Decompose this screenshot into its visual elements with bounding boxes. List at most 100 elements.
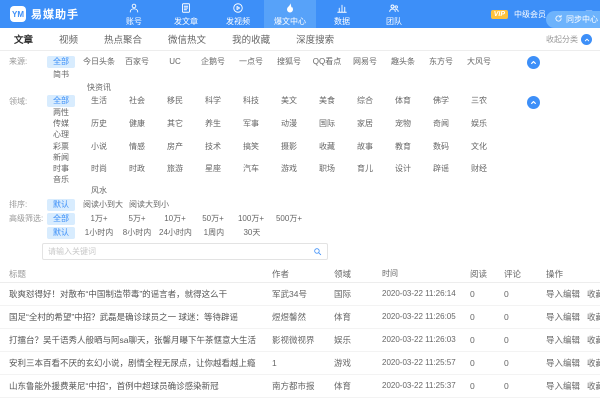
filter-option[interactable]: 趣头条 [384, 55, 422, 68]
nav-item-data[interactable]: 数据 [316, 0, 368, 28]
filter-option[interactable]: 社会 [118, 95, 156, 107]
filter-option[interactable]: 其它 [156, 118, 194, 129]
filter-option[interactable]: 游戏 [270, 163, 308, 174]
article-title[interactable]: 山东鲁能外援费莱尼“中招”，首例中超球员确诊感染新冠 [0, 380, 272, 392]
filter-option[interactable]: 文化 [460, 141, 498, 152]
filter-option[interactable]: 国际 [308, 118, 346, 129]
article-title[interactable]: 安利三本百看不厌的玄幻小说，剧情全程无尿点，让你越看越上瘾 [0, 357, 272, 369]
search-icon[interactable] [313, 247, 322, 256]
filter-option[interactable]: 汽车 [232, 163, 270, 174]
import-edit-link[interactable]: 导入编辑 [546, 334, 580, 346]
filter-option[interactable]: 搞笑 [232, 141, 270, 152]
filter-option[interactable]: 娱乐 [460, 118, 498, 129]
import-edit-link[interactable]: 导入编辑 [546, 288, 580, 300]
filter-option[interactable]: 育儿 [346, 163, 384, 174]
filter-option[interactable]: 企鹅号 [194, 55, 232, 68]
filter-option[interactable]: 全部 [42, 55, 80, 68]
filter-option[interactable]: 故事 [346, 141, 384, 152]
filter-option[interactable]: 阅读小到大 [80, 198, 126, 211]
filter-option[interactable]: 1周内 [195, 226, 233, 239]
filter-option[interactable]: 职场 [308, 163, 346, 174]
filter-option[interactable]: 时尚 [80, 163, 118, 174]
tab-wechat-hot[interactable]: 微信热文 [168, 32, 206, 46]
filter-option[interactable]: 养生 [194, 118, 232, 129]
filter-option[interactable]: 音乐 [42, 174, 80, 185]
filter-option[interactable]: 100万+ [232, 212, 270, 225]
tab-my-favorites[interactable]: 我的收藏 [232, 32, 270, 46]
favorite-link[interactable]: 收藏 [587, 380, 600, 392]
filter-option[interactable]: 技术 [194, 141, 232, 152]
filter-option[interactable]: 1小时内 [80, 226, 118, 239]
filter-option[interactable]: 一点号 [232, 55, 270, 68]
filter-option[interactable]: 教育 [384, 141, 422, 152]
filter-option[interactable]: 网易号 [346, 55, 384, 68]
nav-item-publish-article[interactable]: 发文章 [160, 0, 212, 28]
nav-item-account[interactable]: 账号 [108, 0, 160, 28]
article-title[interactable]: 国足“全村的希望”中招？武磊是确诊球员之一 球迷：等待辟谣 [0, 311, 272, 323]
filter-option[interactable]: 生活 [80, 95, 118, 107]
filter-option[interactable]: 数码 [422, 141, 460, 152]
filter-option[interactable]: 体育 [384, 95, 422, 107]
filter-option[interactable]: 旅游 [156, 163, 194, 174]
filter-option[interactable]: 军事 [232, 118, 270, 129]
favorite-link[interactable]: 收藏 [587, 334, 600, 346]
filter-option[interactable]: 10万+ [156, 212, 194, 225]
filter-option[interactable]: 心理 [42, 129, 80, 140]
filter-option[interactable]: 综合 [346, 95, 384, 107]
filter-option[interactable]: 新闻 [42, 152, 80, 163]
filter-option[interactable]: 奇闻 [422, 118, 460, 129]
filter-option[interactable]: 彩票 [42, 141, 80, 152]
filter-option[interactable]: 1万+ [80, 212, 118, 225]
filter-option[interactable]: 5万+ [118, 212, 156, 225]
import-edit-link[interactable]: 导入编辑 [546, 357, 580, 369]
filter-option[interactable]: 星座 [194, 163, 232, 174]
filter-option[interactable]: 健康 [118, 118, 156, 129]
filter-option[interactable]: 大风号 [460, 55, 498, 68]
article-title[interactable]: 打擂台？吴千语秀人般晒与阿sa聊天，张馨月曝下午茶惬意大生活 [0, 334, 272, 346]
favorite-link[interactable]: 收藏 [587, 288, 600, 300]
filter-option[interactable]: 动漫 [270, 118, 308, 129]
filter-option[interactable]: 两性 [42, 107, 80, 118]
filter-option[interactable]: 美文 [270, 95, 308, 107]
filter-option[interactable]: 佛学 [422, 95, 460, 107]
filter-option[interactable]: 辟谣 [422, 163, 460, 174]
filter-option[interactable]: 今日头条 [80, 55, 118, 68]
collapse-categories-button[interactable]: 收起分类 [546, 28, 592, 51]
filter-option[interactable]: 搜狐号 [270, 55, 308, 68]
import-edit-link[interactable]: 导入编辑 [546, 380, 580, 392]
filter-option[interactable]: QQ看点 [308, 55, 346, 68]
nav-item-team[interactable]: 团队 [368, 0, 420, 28]
nav-item-publish-video[interactable]: 发视频 [212, 0, 264, 28]
tab-hot-aggregate[interactable]: 热点聚合 [104, 32, 142, 46]
filter-option[interactable]: 时事 [42, 163, 80, 174]
sync-center-button[interactable]: 同步中心 [546, 11, 600, 28]
filter-option[interactable]: 移民 [156, 95, 194, 107]
tab-videos[interactable]: 视频 [59, 32, 78, 46]
filter-option[interactable]: UC [156, 55, 194, 68]
filter-option[interactable]: 快资讯 [80, 81, 118, 94]
filter-option[interactable]: 科学 [194, 95, 232, 107]
filter-option[interactable]: 默认 [42, 198, 80, 211]
filter-option[interactable]: 24小时内 [156, 226, 195, 239]
filter-option[interactable]: 百家号 [118, 55, 156, 68]
collapse-row-button[interactable] [527, 56, 540, 69]
filter-option[interactable]: 小说 [80, 141, 118, 152]
filter-option[interactable]: 50万+ [194, 212, 232, 225]
filter-option[interactable]: 设计 [384, 163, 422, 174]
filter-option[interactable]: 科技 [232, 95, 270, 107]
tab-deep-search[interactable]: 深度搜索 [296, 32, 334, 46]
filter-option[interactable]: 阅读大到小 [126, 198, 172, 211]
tab-articles[interactable]: 文章 [14, 32, 33, 46]
filter-option[interactable]: 三农 [460, 95, 498, 107]
filter-option[interactable]: 情感 [118, 141, 156, 152]
filter-option[interactable]: 全部 [42, 212, 80, 225]
filter-option[interactable]: 500万+ [270, 212, 308, 225]
nav-item-hot-center[interactable]: 爆文中心 [264, 0, 316, 28]
filter-option[interactable]: 美食 [308, 95, 346, 107]
collapse-row-button[interactable] [527, 96, 540, 109]
filter-option[interactable]: 历史 [80, 118, 118, 129]
import-edit-link[interactable]: 导入编辑 [546, 311, 580, 323]
filter-option[interactable]: 财经 [460, 163, 498, 174]
filter-option[interactable]: 30天 [233, 226, 271, 239]
filter-option[interactable]: 家居 [346, 118, 384, 129]
